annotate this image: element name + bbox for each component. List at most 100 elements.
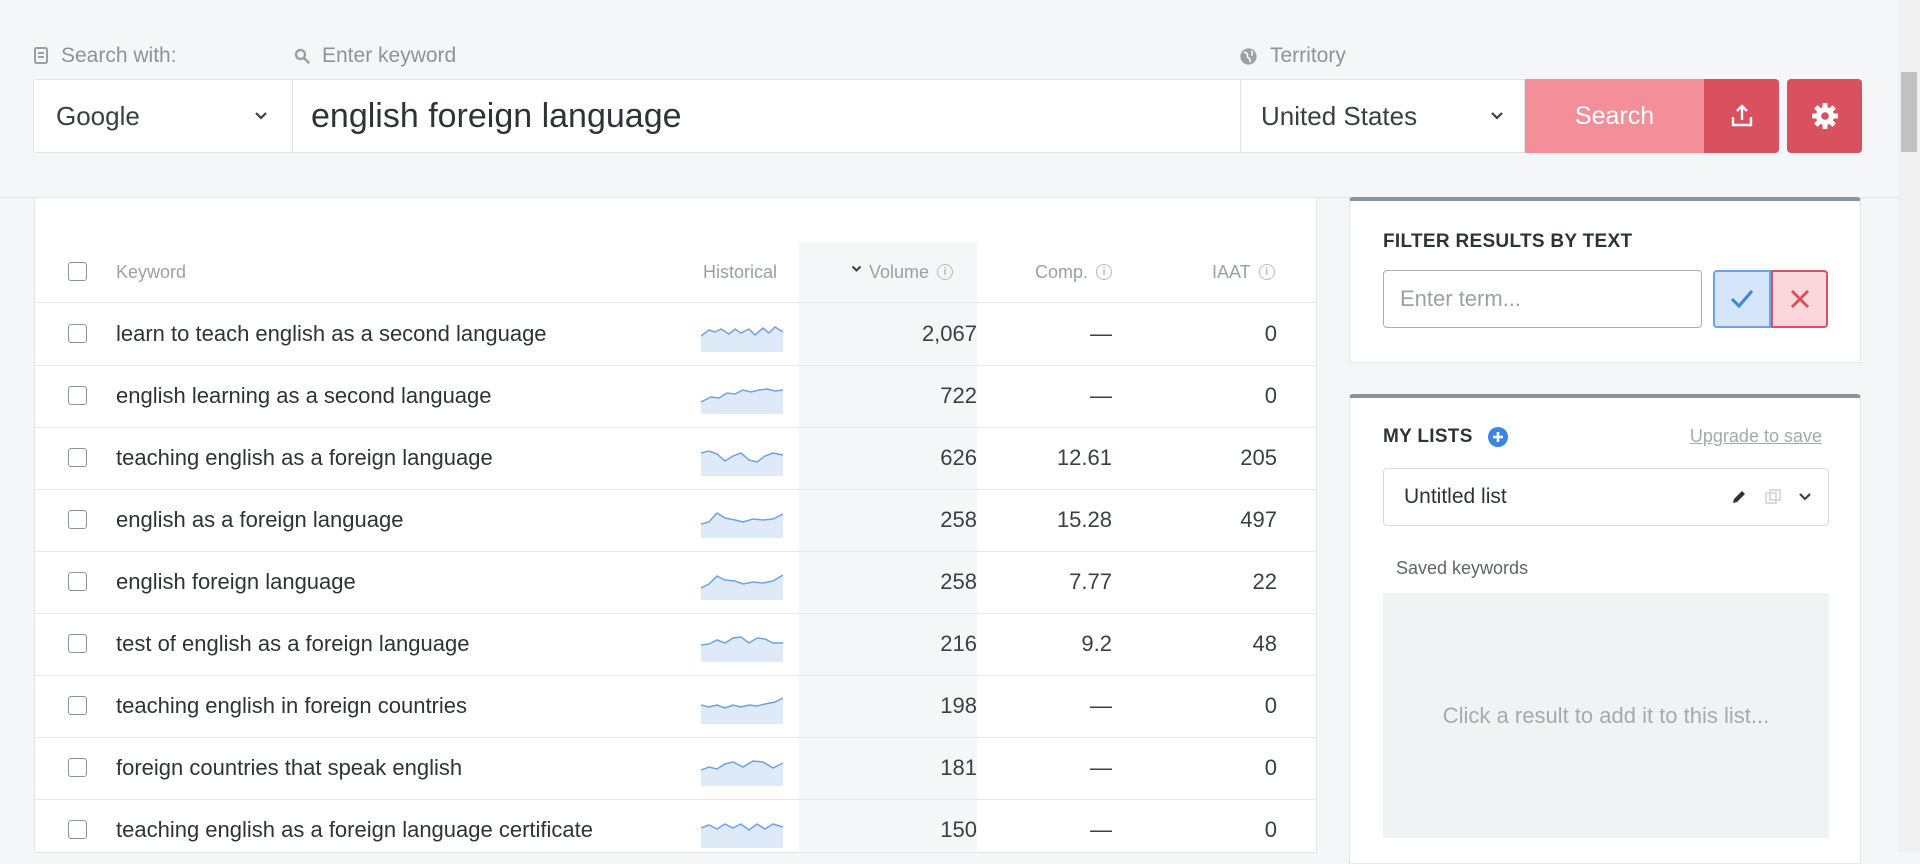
table-header: Keyword Historical Volume i Comp. i IAAT… <box>35 242 1316 303</box>
list-select[interactable]: Untitled list <box>1383 468 1829 526</box>
settings-button[interactable] <box>1787 79 1862 153</box>
historical-sparkline <box>701 636 783 662</box>
row-checkbox[interactable] <box>68 386 87 405</box>
gear-icon <box>1811 103 1838 129</box>
row-volume: 181 <box>940 755 977 780</box>
select-all-checkbox[interactable] <box>68 262 87 281</box>
my-lists-card: MY LISTS Upgrade to save Untitled list S… <box>1349 394 1861 864</box>
enter-keyword-text: Enter keyword <box>322 44 457 67</box>
historical-sparkline <box>701 697 783 724</box>
row-volume: 2,067 <box>921 321 977 346</box>
search-with-text: Search with: <box>61 44 177 67</box>
chevron-down-icon <box>1491 112 1503 120</box>
row-comp: — <box>1090 383 1112 408</box>
row-volume: 722 <box>940 383 977 408</box>
row-checkbox[interactable] <box>68 634 87 653</box>
row-keyword[interactable]: teaching english as a foreign language <box>116 427 493 489</box>
chevron-down-icon[interactable] <box>1798 492 1812 502</box>
upload-icon <box>1731 104 1752 127</box>
copy-icon[interactable] <box>1764 488 1782 506</box>
historical-sparkline <box>701 326 783 352</box>
chevron-down-icon <box>255 112 267 120</box>
header-iaat[interactable]: IAAT i <box>1212 242 1275 302</box>
row-checkbox[interactable] <box>68 758 87 777</box>
row-keyword[interactable]: test of english as a foreign language <box>116 613 469 675</box>
row-iaat: 205 <box>1240 445 1277 470</box>
row-iaat: 0 <box>1264 321 1277 346</box>
header-volume[interactable]: Volume i <box>851 242 954 302</box>
scrollbar-thumb[interactable] <box>1901 72 1917 152</box>
header-volume-label: Volume <box>869 261 930 282</box>
header-keyword[interactable]: Keyword <box>116 242 186 302</box>
header-historical: Historical <box>703 261 778 282</box>
row-comp: 12.61 <box>1056 445 1112 470</box>
engine-select[interactable]: Google <box>33 79 292 153</box>
search-icon <box>294 48 310 64</box>
edit-icon[interactable] <box>1730 488 1748 506</box>
info-icon[interactable]: i <box>1096 264 1113 280</box>
row-keyword[interactable]: teaching english as a foreign language c… <box>116 799 593 852</box>
upgrade-link[interactable]: Upgrade to save <box>1690 426 1822 447</box>
row-checkbox[interactable] <box>68 510 87 529</box>
export-button[interactable] <box>1704 79 1779 153</box>
row-keyword[interactable]: english as a foreign language <box>116 489 403 551</box>
info-icon[interactable]: i <box>1258 264 1275 280</box>
row-keyword[interactable]: foreign countries that speak english <box>116 737 462 799</box>
table-row[interactable]: learn to teach english as a second langu… <box>35 303 1316 366</box>
table-row[interactable]: english learning as a second language 72… <box>35 365 1316 428</box>
row-volume: 150 <box>940 817 977 842</box>
row-comp: — <box>1090 817 1112 842</box>
row-comp: — <box>1090 755 1112 780</box>
header-iaat-label: IAAT <box>1212 261 1251 282</box>
row-keyword[interactable]: english foreign language <box>116 551 356 613</box>
row-volume: 258 <box>940 507 977 532</box>
territory-label: Territory <box>1239 44 1346 68</box>
info-icon[interactable]: i <box>937 264 954 280</box>
header-comp-label: Comp. <box>1035 261 1089 282</box>
filter-input[interactable]: Enter term... <box>1383 270 1702 328</box>
header-comp[interactable]: Comp. i <box>1035 242 1113 302</box>
row-checkbox[interactable] <box>68 448 87 467</box>
scrollbar-track[interactable] <box>1898 0 1920 852</box>
row-keyword[interactable]: teaching english in foreign countries <box>116 675 467 737</box>
row-volume: 626 <box>940 445 977 470</box>
table-row[interactable]: test of english as a foreign language 21… <box>35 613 1316 676</box>
row-keyword[interactable]: learn to teach english as a second langu… <box>116 303 547 365</box>
saved-keywords-label: Saved keywords <box>1396 558 1529 578</box>
results-table: Keyword Historical Volume i Comp. i IAAT… <box>34 198 1317 853</box>
row-checkbox[interactable] <box>68 820 87 839</box>
table-row[interactable]: teaching english as a foreign language 6… <box>35 427 1316 490</box>
row-iaat: 22 <box>1252 569 1277 594</box>
row-checkbox[interactable] <box>68 572 87 591</box>
historical-sparkline <box>701 823 783 848</box>
row-keyword[interactable]: english learning as a second language <box>116 365 492 427</box>
apply-filter-button[interactable] <box>1713 270 1771 328</box>
search-button[interactable]: Search <box>1525 79 1704 153</box>
table-row[interactable]: teaching english as a foreign language c… <box>35 799 1316 852</box>
empty-list-text: Click a result to add it to this list... <box>1442 702 1770 728</box>
historical-sparkline <box>701 388 783 414</box>
enter-keyword-label: Enter keyword <box>294 44 456 68</box>
table-row[interactable]: teaching english in foreign countries 19… <box>35 675 1316 738</box>
row-comp: — <box>1090 693 1112 718</box>
filter-card: FILTER RESULTS BY TEXT Enter term... <box>1349 197 1861 363</box>
row-checkbox[interactable] <box>68 324 87 343</box>
filter-title: FILTER RESULTS BY TEXT <box>1383 231 1633 252</box>
my-lists-header: MY LISTS <box>1383 426 1509 448</box>
row-checkbox[interactable] <box>68 696 87 715</box>
saved-keywords-dropzone: Click a result to add it to this list... <box>1383 593 1829 838</box>
add-list-icon[interactable] <box>1487 426 1509 448</box>
keyword-value: english foreign language <box>311 96 682 135</box>
my-lists-title: MY LISTS <box>1383 426 1473 447</box>
row-comp: 7.77 <box>1069 569 1112 594</box>
table-row[interactable]: foreign countries that speak english 181… <box>35 737 1316 800</box>
keyword-input[interactable]: english foreign language <box>292 79 1241 153</box>
row-comp: 9.2 <box>1081 631 1112 656</box>
table-row[interactable]: english foreign language 258 7.77 22 <box>35 551 1316 614</box>
row-iaat: 0 <box>1264 817 1277 842</box>
territory-select[interactable]: United States <box>1241 79 1525 153</box>
clear-filter-button[interactable] <box>1771 270 1828 328</box>
row-iaat: 0 <box>1264 693 1277 718</box>
table-row[interactable]: english as a foreign language 258 15.28 … <box>35 489 1316 552</box>
territory-text: Territory <box>1270 44 1346 67</box>
